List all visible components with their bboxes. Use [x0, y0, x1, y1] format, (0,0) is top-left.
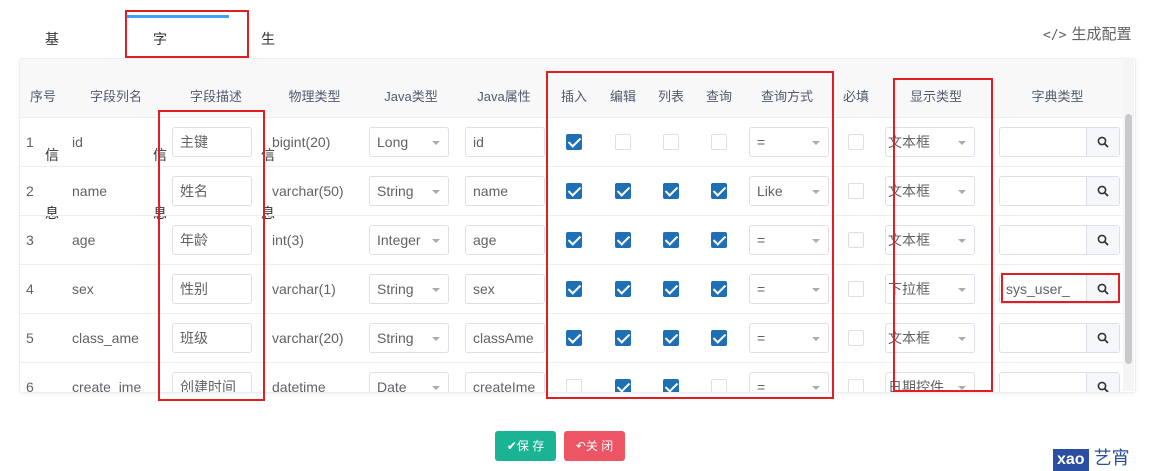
search-button[interactable] — [1086, 372, 1119, 392]
chevron-down-icon — [432, 238, 440, 243]
required-checkbox[interactable] — [848, 330, 864, 347]
column-header: Java类型 — [363, 59, 459, 118]
search-icon — [1097, 136, 1109, 148]
physical-type: varchar(1) — [272, 280, 336, 297]
required-checkbox[interactable] — [848, 379, 864, 392]
table-scrollbar[interactable] — [1123, 58, 1134, 391]
column-header: 序号 — [20, 59, 66, 118]
dict-type-picker[interactable] — [999, 224, 1120, 255]
physical-type: int(3) — [272, 231, 304, 248]
highlight-tab-field-info — [125, 10, 249, 58]
dict-type-value[interactable] — [1000, 226, 1086, 254]
gen-config-link[interactable]: </> 生成配置 — [1043, 23, 1132, 44]
watermark-brand: xao — [1053, 449, 1089, 471]
java-type-value: Long — [377, 133, 409, 150]
java-type-select[interactable]: String — [369, 322, 449, 353]
highlight-dict-cell — [1001, 273, 1120, 303]
row-index: 6 — [26, 378, 34, 393]
search-button[interactable] — [1086, 176, 1119, 205]
column-name: class_ame — [72, 329, 139, 346]
column-name: age — [72, 231, 96, 248]
column-header: 字段列名 — [66, 59, 166, 118]
column-header: Java属性 — [459, 59, 549, 118]
save-button[interactable]: ✔保 存 — [495, 431, 556, 461]
java-field-input[interactable]: createIme — [465, 371, 545, 392]
java-field-input[interactable]: classAme — [465, 322, 545, 353]
physical-type: bigint(20) — [272, 133, 331, 150]
dict-type-value[interactable] — [1000, 177, 1086, 205]
search-icon — [1097, 332, 1109, 344]
search-icon — [1097, 185, 1109, 197]
dict-type-picker[interactable] — [999, 175, 1120, 206]
scrollbar-thumb[interactable] — [1125, 114, 1132, 364]
chevron-down-icon — [432, 189, 440, 194]
required-checkbox[interactable] — [848, 281, 864, 298]
close-button[interactable]: ↶关 闭 — [564, 431, 625, 461]
java-type-select[interactable]: Long — [369, 126, 449, 157]
tab-gen-info[interactable]: 生成信息 — [261, 10, 275, 221]
code-icon: </> — [1043, 28, 1067, 43]
column-name: name — [72, 182, 108, 199]
physical-type: datetime — [272, 378, 326, 393]
row-index: 3 — [26, 231, 34, 248]
java-type-select[interactable]: String — [369, 175, 449, 206]
search-button[interactable] — [1086, 323, 1119, 352]
search-icon — [1097, 381, 1109, 392]
watermark-text: 艺宵 — [1093, 448, 1130, 468]
column-header: 物理类型 — [266, 59, 363, 118]
chevron-down-icon — [432, 140, 440, 145]
chevron-down-icon — [432, 385, 440, 390]
watermark-logo: xao 艺宵 — [1053, 444, 1130, 471]
reply-icon: ↶ — [575, 439, 586, 453]
dict-type-value[interactable] — [1000, 373, 1086, 393]
required-checkbox[interactable] — [848, 183, 864, 200]
column-name: sex — [72, 280, 94, 297]
java-field-input[interactable]: name — [465, 175, 545, 206]
java-type-value: Integer — [377, 231, 421, 248]
dict-type-picker[interactable] — [999, 322, 1120, 353]
row-index: 4 — [26, 280, 34, 297]
java-type-value: String — [377, 182, 414, 199]
column-header: 必填 — [831, 59, 881, 118]
search-icon — [1097, 234, 1109, 246]
java-type-select[interactable]: Integer — [369, 224, 449, 255]
java-type-value: String — [377, 329, 414, 346]
tab-basic-info[interactable]: 基本信息 — [45, 10, 59, 221]
column-name: create_ime — [72, 378, 142, 393]
search-button[interactable] — [1086, 225, 1119, 254]
java-type-value: Date — [377, 378, 407, 393]
dict-type-picker[interactable] — [999, 371, 1120, 393]
java-type-select[interactable]: Date — [369, 371, 449, 393]
dict-type-picker[interactable] — [999, 126, 1120, 157]
gen-config-label: 生成配置 — [1071, 26, 1132, 43]
row-index: 2 — [26, 182, 34, 199]
search-button[interactable] — [1086, 127, 1119, 156]
highlight-checkbox-columns — [546, 71, 834, 399]
java-field-input[interactable]: sex — [465, 273, 545, 304]
physical-type: varchar(20) — [272, 329, 344, 346]
close-label: 关 闭 — [585, 439, 614, 453]
java-field-input[interactable]: id — [465, 126, 545, 157]
highlight-desc-column — [158, 110, 265, 401]
row-index: 1 — [26, 133, 34, 150]
java-field-input[interactable]: age — [465, 224, 545, 255]
required-checkbox[interactable] — [848, 232, 864, 249]
save-label: 保 存 — [516, 439, 545, 453]
dict-type-value[interactable] — [1000, 128, 1086, 156]
java-type-value: String — [377, 280, 414, 297]
check-icon: ✔ — [506, 439, 517, 453]
chevron-down-icon — [432, 287, 440, 292]
column-name: id — [72, 133, 83, 150]
dict-type-value[interactable] — [1000, 324, 1086, 352]
highlight-html-type-column — [893, 78, 993, 392]
physical-type: varchar(50) — [272, 182, 344, 199]
chevron-down-icon — [432, 336, 440, 341]
required-checkbox[interactable] — [848, 134, 864, 151]
column-header: 字典类型 — [991, 59, 1124, 118]
java-type-select[interactable]: String — [369, 273, 449, 304]
column-header: 字段描述 — [166, 59, 266, 118]
row-index: 5 — [26, 329, 34, 346]
